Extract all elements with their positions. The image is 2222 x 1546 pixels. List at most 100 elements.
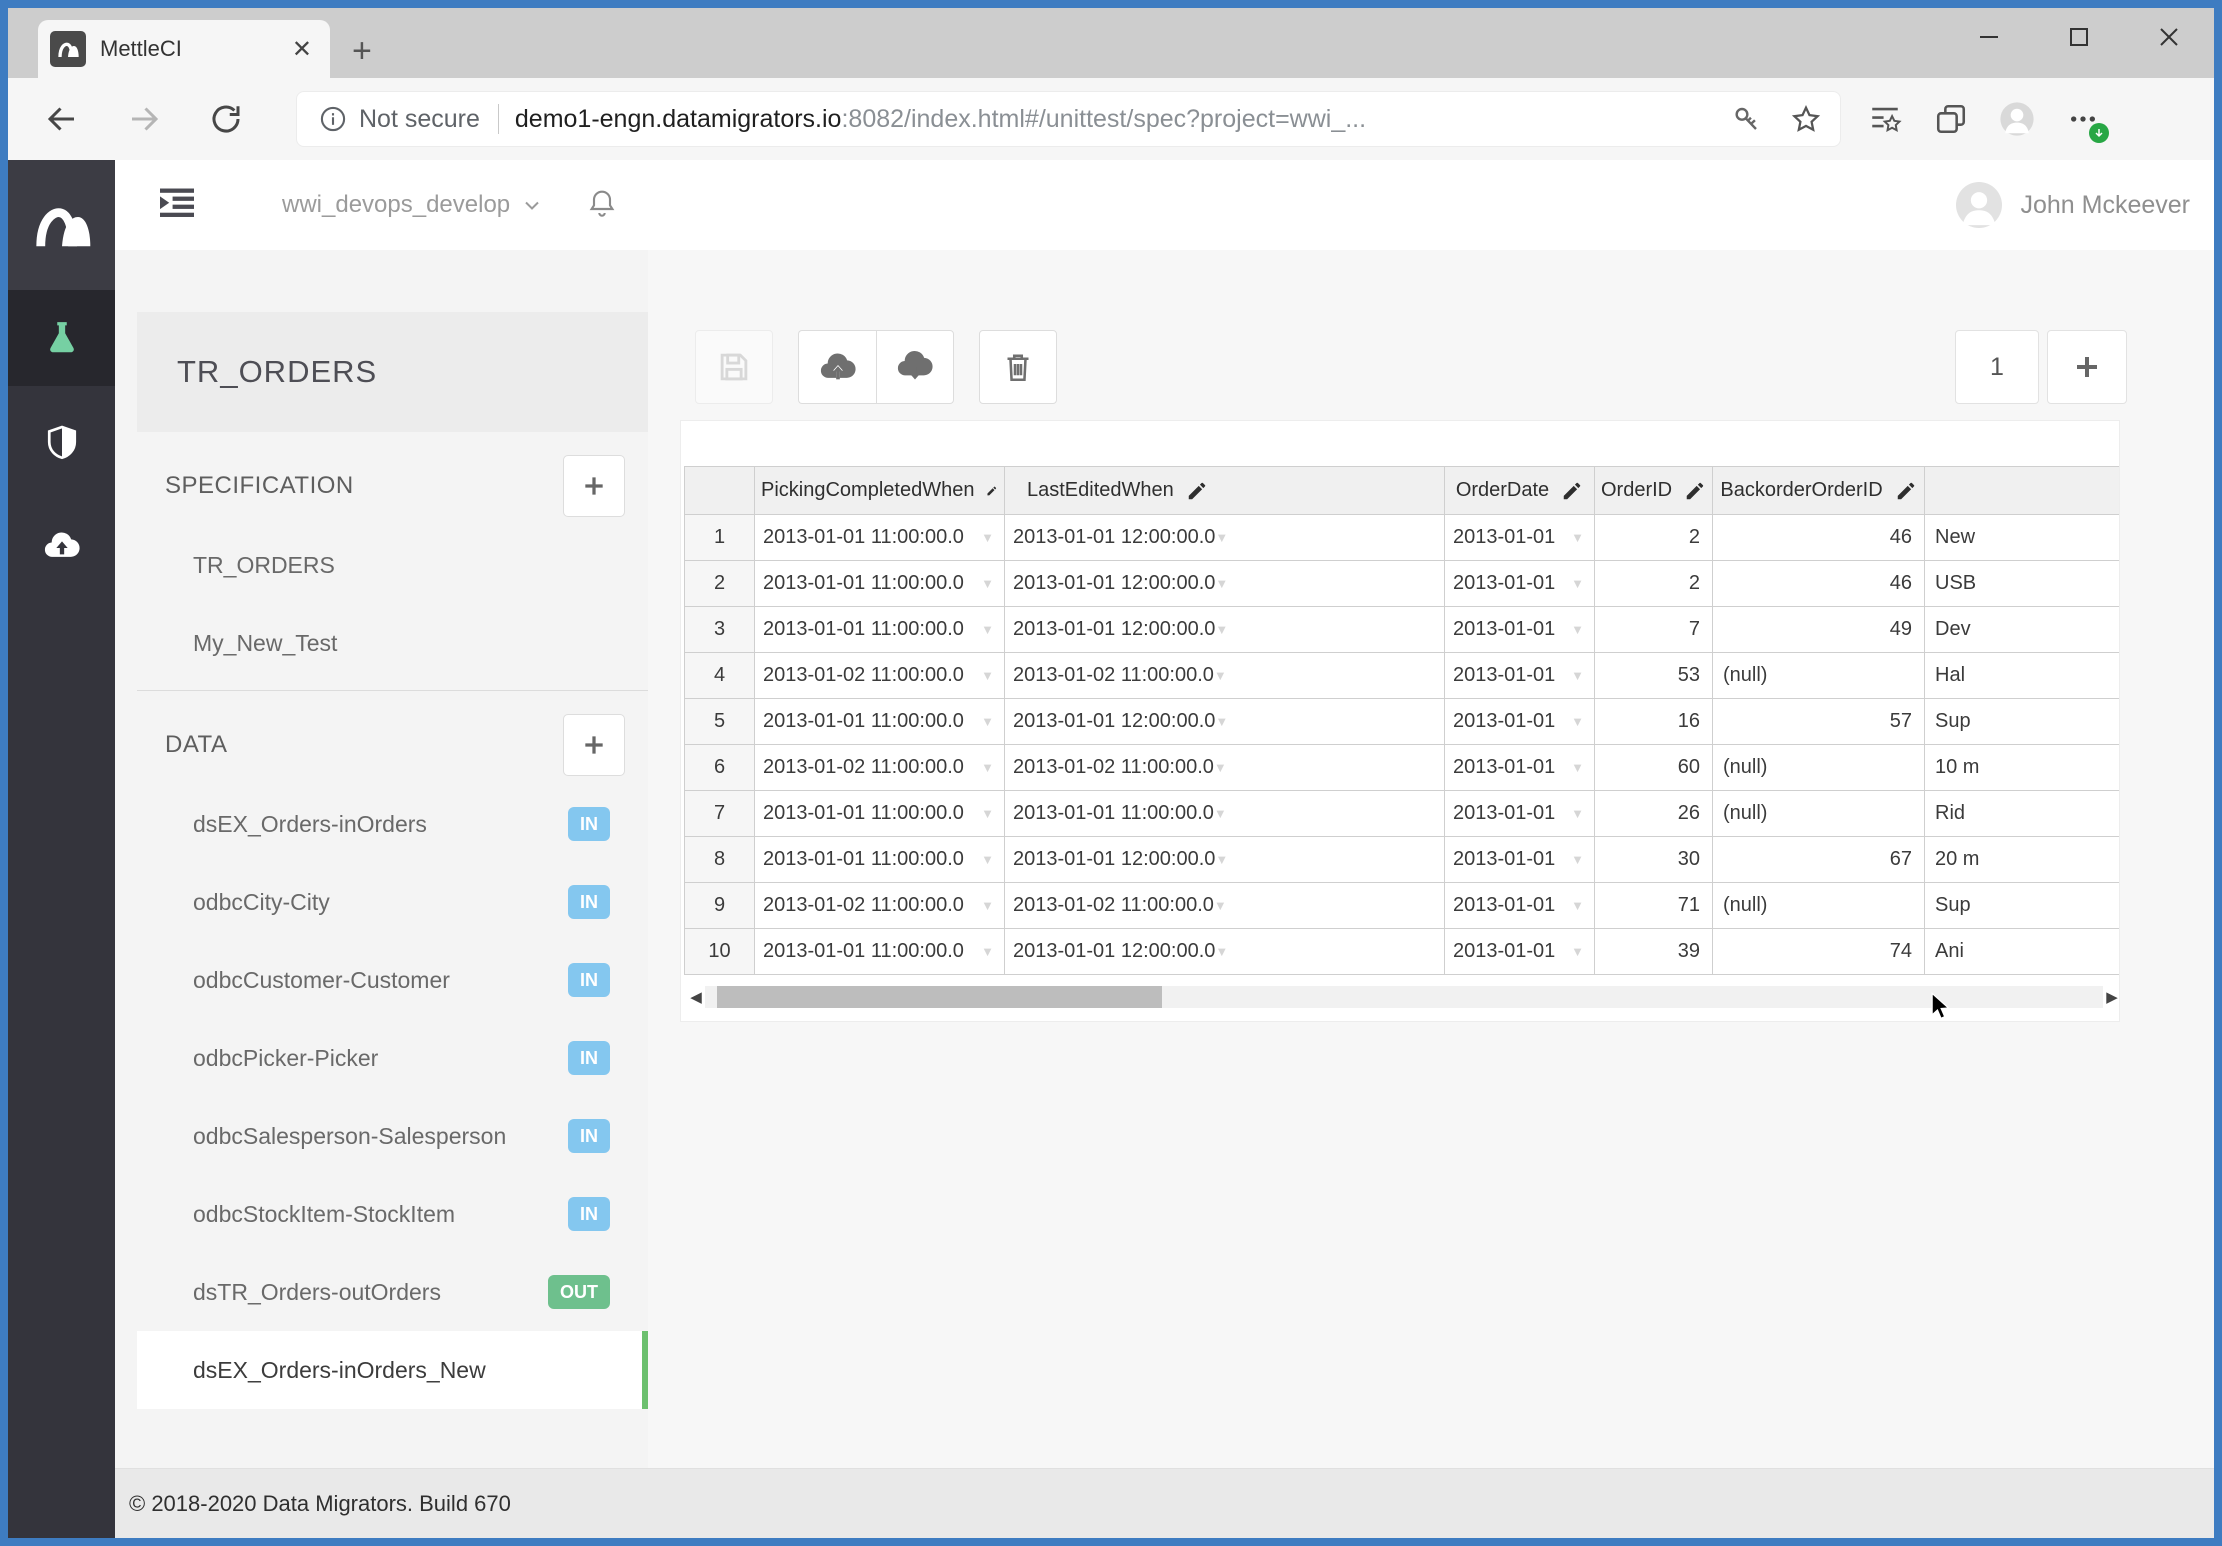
column-header[interactable]: OrderDate (1445, 467, 1595, 515)
column-header[interactable]: BackorderOrderID (1713, 467, 1925, 515)
cell-select[interactable]: 2013-01-02 11:00:00.0▼ (755, 894, 1004, 917)
date-cell[interactable]: 2013-01-01▼ (1445, 791, 1595, 837)
order-id-cell[interactable]: 26 (1595, 791, 1713, 837)
cell-select[interactable]: 2013-01-01 11:00:00.0▼ (755, 710, 1004, 733)
refresh-button[interactable] (206, 99, 246, 139)
cell-select[interactable]: 2013-01-01 11:00:00.0▼ (755, 848, 1004, 871)
cell-select[interactable]: 2013-01-01 11:00:00.0▼ (755, 802, 1004, 825)
edited-cell[interactable]: 2013-01-01 12:00:00.0▼ (1005, 515, 1445, 561)
sidebar-spec-item[interactable]: My_New_Test (137, 604, 648, 682)
order-id-cell[interactable]: 2 (1595, 561, 1713, 607)
cell-select[interactable]: 2013-01-01 11:00:00.0▼ (1005, 802, 1220, 825)
date-cell[interactable]: 2013-01-01▼ (1445, 607, 1595, 653)
add-row-button[interactable] (2047, 330, 2127, 404)
cell-select[interactable]: 2013-01-01▼ (1445, 940, 1594, 963)
backorder-id-cell[interactable]: 46 (1713, 561, 1925, 607)
save-button[interactable] (695, 330, 773, 404)
cell-select[interactable]: 2013-01-01 11:00:00.0▼ (755, 940, 1004, 963)
cell-select[interactable]: 2013-01-01▼ (1445, 572, 1594, 595)
cell-dropdown-icon[interactable]: ▼ (981, 760, 994, 775)
picking-cell[interactable]: 2013-01-01 11:00:00.0▼ (755, 699, 1005, 745)
edited-cell[interactable]: 2013-01-02 11:00:00.0▼ (1005, 883, 1445, 929)
sidebar-data-item[interactable]: odbcCustomer-CustomerIN (137, 941, 648, 1019)
cell-dropdown-icon[interactable]: ▼ (1215, 530, 1228, 545)
rail-item-unit-test[interactable] (8, 290, 115, 386)
clipped-column-cell[interactable]: USB (1925, 561, 2121, 607)
upload-button[interactable] (798, 330, 876, 404)
cell-dropdown-icon[interactable]: ▼ (1215, 714, 1228, 729)
cell-dropdown-icon[interactable]: ▼ (981, 622, 994, 637)
cell-dropdown-icon[interactable]: ▼ (981, 576, 994, 591)
picking-cell[interactable]: 2013-01-01 11:00:00.0▼ (755, 837, 1005, 883)
date-cell[interactable]: 2013-01-01▼ (1445, 515, 1595, 561)
date-cell[interactable]: 2013-01-01▼ (1445, 745, 1595, 791)
tab-close-icon[interactable]: ✕ (290, 35, 314, 64)
sidebar-data-item[interactable]: dsEX_Orders-inOrdersIN (137, 785, 648, 863)
backorder-id-cell[interactable]: 49 (1713, 607, 1925, 653)
backorder-id-cell[interactable]: 46 (1713, 515, 1925, 561)
backorder-id-cell[interactable]: 74 (1713, 929, 1925, 975)
edited-cell[interactable]: 2013-01-02 11:00:00.0▼ (1005, 745, 1445, 791)
sidebar-data-item[interactable]: odbcCity-CityIN (137, 863, 648, 941)
edit-column-pencil-icon[interactable] (986, 480, 998, 502)
cell-select[interactable]: 2013-01-01▼ (1445, 802, 1594, 825)
edited-cell[interactable]: 2013-01-02 11:00:00.0▼ (1005, 653, 1445, 699)
date-cell[interactable]: 2013-01-01▼ (1445, 653, 1595, 699)
password-key-icon[interactable] (1730, 103, 1762, 135)
cell-dropdown-icon[interactable]: ▼ (1571, 852, 1584, 867)
cell-select[interactable]: 2013-01-01▼ (1445, 710, 1594, 733)
sidebar-data-item[interactable]: odbcPicker-PickerIN (137, 1019, 648, 1097)
cell-select[interactable]: 2013-01-01▼ (1445, 664, 1594, 687)
cell-select[interactable]: 2013-01-01 12:00:00.0▼ (1005, 940, 1220, 963)
delete-button[interactable] (979, 330, 1057, 404)
backorder-id-cell[interactable]: 57 (1713, 699, 1925, 745)
edited-cell[interactable]: 2013-01-01 12:00:00.0▼ (1005, 561, 1445, 607)
forward-button[interactable] (124, 99, 164, 139)
cell-select[interactable]: 2013-01-01▼ (1445, 756, 1594, 779)
clipped-column-cell[interactable]: Sup (1925, 883, 2121, 929)
collections-icon[interactable] (1929, 97, 1973, 141)
date-cell[interactable]: 2013-01-01▼ (1445, 699, 1595, 745)
order-id-cell[interactable]: 2 (1595, 515, 1713, 561)
sidebar-data-item[interactable]: dsTR_Orders-outOrdersOUT (137, 1253, 648, 1331)
backorder-id-cell[interactable]: (null) (1713, 883, 1925, 929)
edited-cell[interactable]: 2013-01-01 12:00:00.0▼ (1005, 607, 1445, 653)
cell-dropdown-icon[interactable]: ▼ (1215, 622, 1228, 637)
cell-dropdown-icon[interactable]: ▼ (1571, 898, 1584, 913)
cell-dropdown-icon[interactable]: ▼ (981, 944, 994, 959)
cell-select[interactable]: 2013-01-01 12:00:00.0▼ (1005, 710, 1220, 733)
cell-dropdown-icon[interactable]: ▼ (1571, 714, 1584, 729)
edited-cell[interactable]: 2013-01-01 12:00:00.0▼ (1005, 929, 1445, 975)
sidebar-spec-item[interactable]: TR_ORDERS (137, 526, 648, 604)
edit-column-pencil-icon[interactable] (1684, 480, 1706, 502)
edit-column-pencil-icon[interactable] (1561, 480, 1583, 502)
sidebar-data-item[interactable]: odbcStockItem-StockItemIN (137, 1175, 648, 1253)
picking-cell[interactable]: 2013-01-02 11:00:00.0▼ (755, 745, 1005, 791)
clipped-column-cell[interactable]: Dev (1925, 607, 2121, 653)
scrollbar-thumb[interactable] (717, 986, 1162, 1008)
notifications-bell-icon[interactable] (586, 187, 618, 224)
cell-dropdown-icon[interactable]: ▼ (1214, 898, 1227, 913)
cell-dropdown-icon[interactable]: ▼ (1571, 668, 1584, 683)
favorite-star-icon[interactable] (1790, 103, 1822, 135)
cell-select[interactable]: 2013-01-01 11:00:00.0▼ (755, 618, 1004, 641)
cell-dropdown-icon[interactable]: ▼ (981, 852, 994, 867)
cell-select[interactable]: 2013-01-01 11:00:00.0▼ (755, 572, 1004, 595)
info-icon[interactable] (319, 105, 347, 133)
edited-cell[interactable]: 2013-01-01 11:00:00.0▼ (1005, 791, 1445, 837)
sidebar-toggle-icon[interactable] (160, 188, 194, 223)
edited-cell[interactable]: 2013-01-01 12:00:00.0▼ (1005, 699, 1445, 745)
download-button[interactable] (876, 330, 954, 404)
close-button[interactable] (2152, 20, 2186, 54)
browser-profile-icon[interactable] (1995, 97, 2039, 141)
picking-cell[interactable]: 2013-01-01 11:00:00.0▼ (755, 929, 1005, 975)
backorder-id-cell[interactable]: (null) (1713, 745, 1925, 791)
cell-dropdown-icon[interactable]: ▼ (981, 806, 994, 821)
rail-item-deploy[interactable] (8, 498, 115, 594)
order-id-cell[interactable]: 60 (1595, 745, 1713, 791)
edited-cell[interactable]: 2013-01-01 12:00:00.0▼ (1005, 837, 1445, 883)
sidebar-data-item[interactable]: odbcSalesperson-SalespersonIN (137, 1097, 648, 1175)
date-cell[interactable]: 2013-01-01▼ (1445, 929, 1595, 975)
cell-dropdown-icon[interactable]: ▼ (1571, 576, 1584, 591)
cell-select[interactable]: 2013-01-01▼ (1445, 526, 1594, 549)
